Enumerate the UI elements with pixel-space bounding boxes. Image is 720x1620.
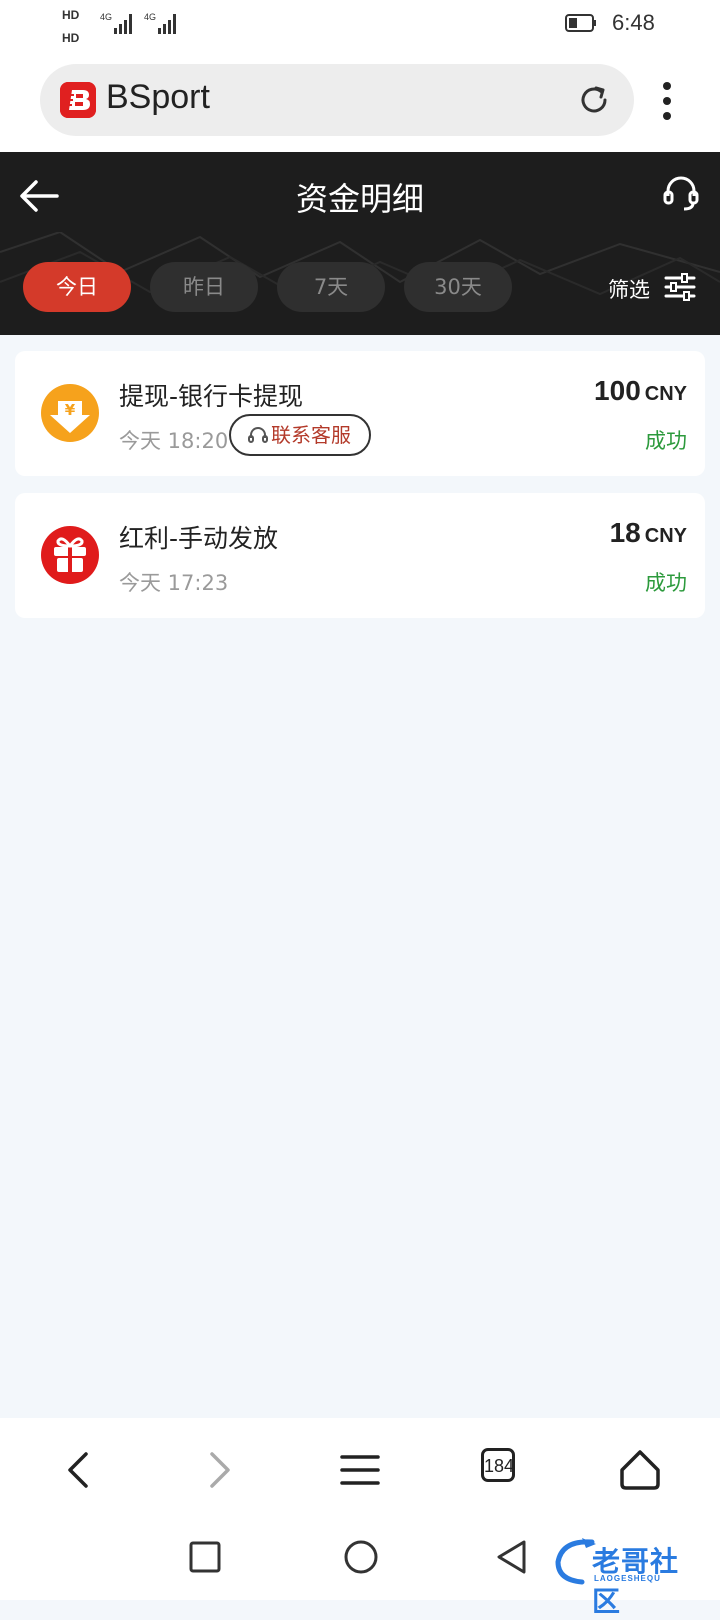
signal-icon: 4G: [100, 12, 132, 34]
transaction-time: 今天 17:23: [119, 571, 229, 595]
transaction-card-withdraw[interactable]: ¥ 提现-银行卡提现 今天 18:20 联系客服 100 CNY 成功: [15, 351, 705, 476]
customer-service-icon[interactable]: [660, 172, 702, 214]
clock: 6:48: [612, 10, 655, 35]
tab-today[interactable]: 今日: [23, 262, 131, 312]
home-icon[interactable]: [616, 1446, 664, 1494]
sim1-hd-label: HD: [62, 8, 80, 22]
site-name: BSport: [106, 78, 210, 116]
browser-bottom-bar: 184: [0, 1418, 720, 1520]
headset-icon: [248, 427, 268, 443]
svg-text:¥: ¥: [65, 401, 76, 419]
status-badge: 成功: [645, 571, 687, 595]
filter-button[interactable]: 筛选: [608, 274, 650, 304]
transaction-title: 红利-手动发放: [119, 524, 279, 553]
transaction-card-bonus[interactable]: 红利-手动发放 今天 17:23 18 CNY 成功: [15, 493, 705, 618]
transaction-title: 提现-银行卡提现: [119, 382, 304, 411]
browser-forward-icon[interactable]: [194, 1446, 242, 1494]
amount-value: 18: [609, 517, 641, 548]
contact-support-label: 联系客服: [271, 423, 351, 447]
gift-icon: [41, 526, 99, 584]
transaction-amount: 18 CNY: [610, 517, 687, 549]
status-badge: 成功: [645, 429, 687, 453]
system-home-icon[interactable]: [342, 1538, 380, 1576]
watermark-logo: 老哥社区 LAOGESHEQU: [552, 1530, 702, 1618]
withdraw-yuan-icon: ¥: [41, 384, 99, 442]
reload-icon[interactable]: [576, 82, 612, 118]
tab-count-button[interactable]: 184: [481, 1448, 515, 1482]
amount-currency: CNY: [644, 525, 687, 547]
app-header: 资金明细 今日 昨日 7天 30天 筛选: [0, 152, 720, 335]
browser-toolbar: BSport: [0, 52, 720, 152]
filter-sliders-icon[interactable]: [664, 272, 696, 302]
network2-label: 4G: [144, 12, 156, 22]
tab-yesterday[interactable]: 昨日: [150, 262, 258, 312]
browser-back-icon[interactable]: [56, 1446, 104, 1494]
recent-apps-icon[interactable]: [188, 1540, 222, 1574]
amount-value: 100: [594, 375, 641, 406]
signal-icon-2: 4G: [144, 12, 176, 34]
status-bar: HD HD 4G 4G 6:48: [0, 0, 720, 52]
address-bar[interactable]: BSport: [40, 64, 634, 136]
amount-currency: CNY: [644, 383, 687, 405]
network1-label: 4G: [100, 12, 112, 22]
transaction-time: 今天 18:20: [119, 429, 229, 453]
system-nav-bar: 老哥社区 LAOGESHEQU: [0, 1520, 720, 1618]
system-back-icon[interactable]: [494, 1538, 530, 1576]
site-logo-icon: [60, 82, 96, 118]
tab-30-days[interactable]: 30天: [404, 262, 512, 312]
browser-menu-icon[interactable]: [336, 1446, 384, 1494]
transaction-amount: 100 CNY: [594, 375, 687, 407]
tab-7-days[interactable]: 7天: [277, 262, 385, 312]
battery-icon: [565, 14, 596, 32]
page-title: 资金明细: [295, 180, 424, 218]
watermark-subtext: LAOGESHEQU: [594, 1574, 661, 1583]
more-menu-icon[interactable]: [660, 80, 674, 122]
contact-support-button[interactable]: 联系客服: [229, 414, 371, 456]
sim2-hd-label: HD: [62, 31, 80, 45]
